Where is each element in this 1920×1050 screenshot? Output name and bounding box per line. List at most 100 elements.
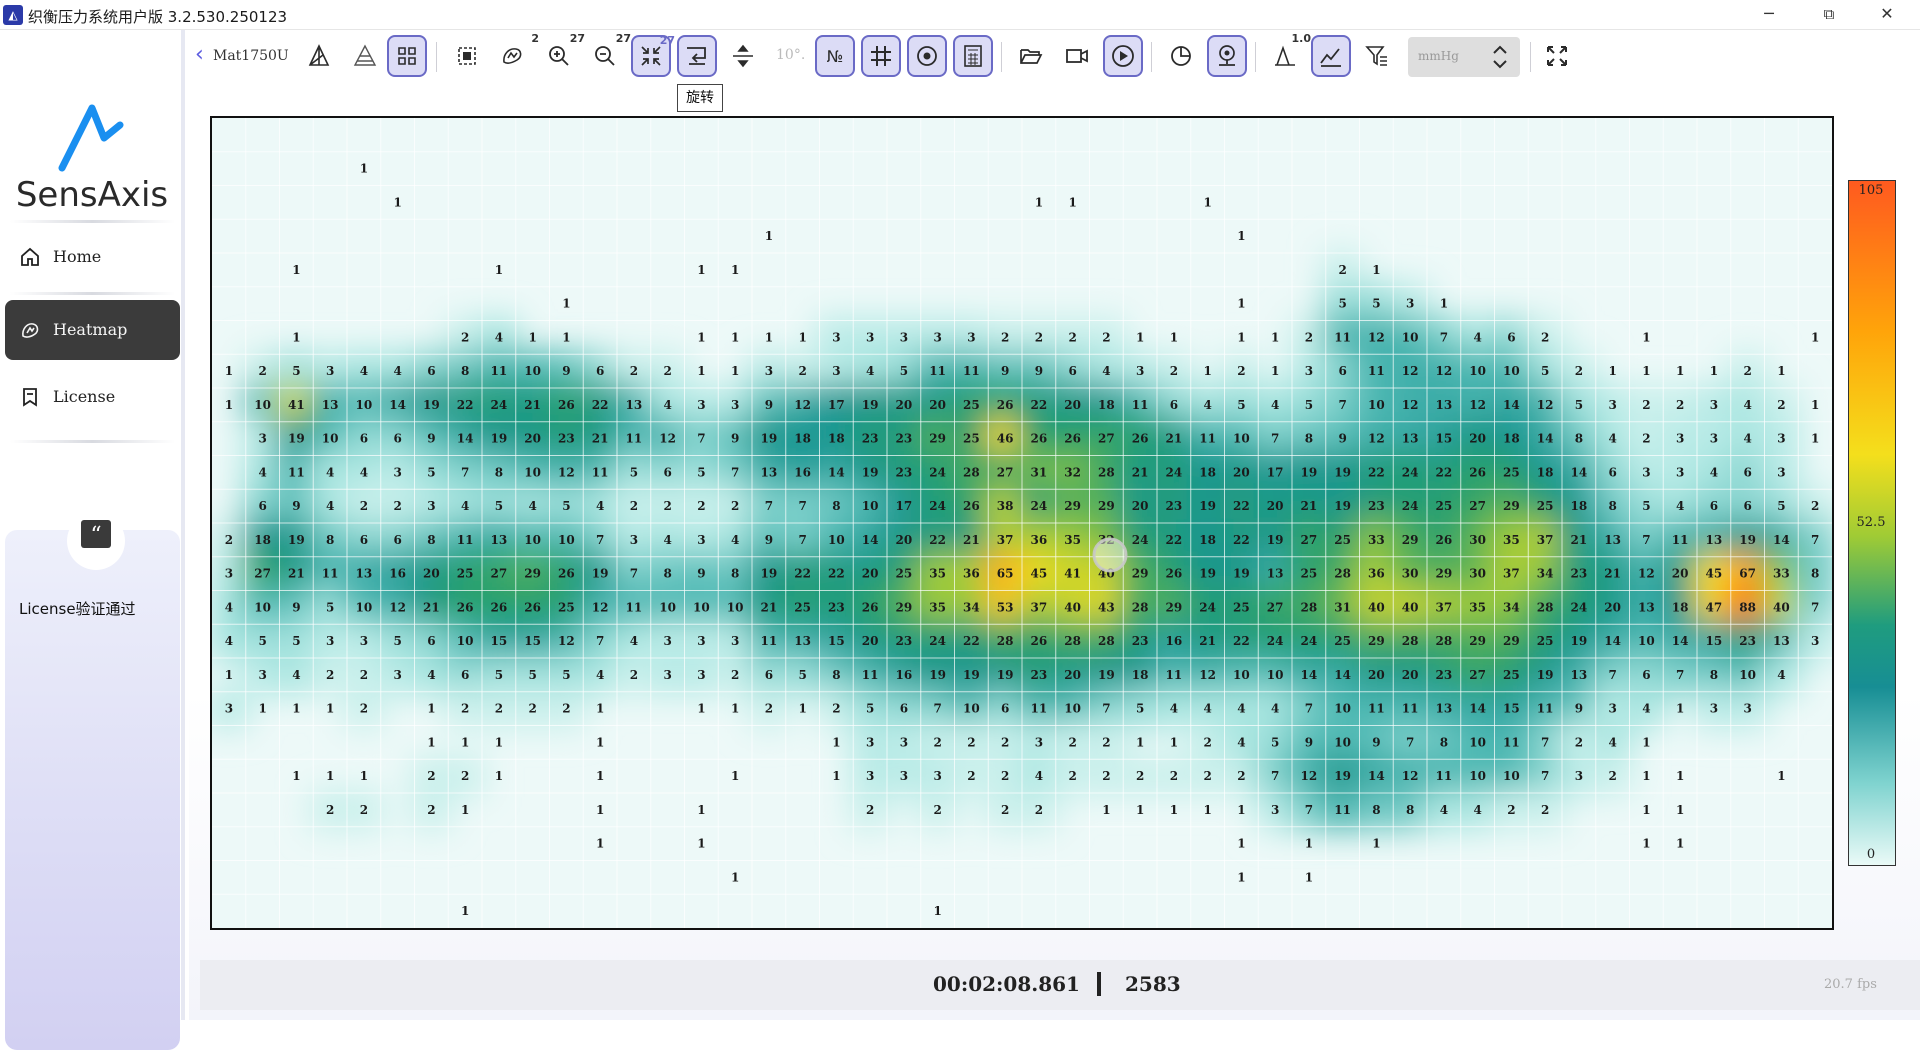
cell-value: 1 [1271, 330, 1279, 344]
cell-value: 37 [1436, 600, 1453, 614]
cell-value: 13 [626, 398, 643, 412]
peak-curve-button[interactable]: 1.0 [1265, 32, 1311, 77]
cell-value: 6 [360, 533, 368, 547]
cell-value: 11 [1368, 702, 1385, 716]
cell-value: 4 [1035, 769, 1043, 783]
mesh-view-button[interactable] [299, 35, 339, 77]
cell-value: 3 [1035, 735, 1043, 749]
grid-lines-button[interactable] [861, 35, 901, 77]
cell-value: 2 [427, 769, 435, 783]
filter-button[interactable] [1357, 35, 1397, 77]
play-button[interactable] [1103, 35, 1143, 77]
cell-value: 1 [1372, 837, 1380, 851]
cell-value: 19 [288, 533, 305, 547]
frame-count: 2583 [1125, 972, 1181, 996]
cell-value: 1 [1170, 803, 1178, 817]
number-toggle-button[interactable]: № [815, 35, 855, 77]
cell-value: 2 [798, 364, 806, 378]
license-status-text: License验证通过 [19, 600, 136, 618]
cell-value: 14 [1301, 668, 1318, 682]
minimize-button[interactable]: ─ [1746, 0, 1792, 30]
cell-value: 2 [697, 499, 705, 513]
cell-value: 2 [967, 769, 975, 783]
maximize-button[interactable]: ⧉ [1806, 0, 1852, 30]
open-file-button[interactable] [1011, 35, 1051, 77]
center-of-pressure-button[interactable] [907, 35, 947, 77]
cell-value: 2 [1676, 398, 1684, 412]
record-button[interactable] [1057, 35, 1097, 77]
cell-value: 8 [832, 499, 840, 513]
cell-value: 10 [1469, 769, 1486, 783]
cell-value: 23 [862, 432, 879, 446]
select-area-button[interactable] [447, 35, 487, 77]
cell-value: 20 [929, 398, 946, 412]
trend-chart-button[interactable] [1311, 35, 1351, 77]
cell-value: 5 [1237, 398, 1245, 412]
calculator-button[interactable] [953, 35, 993, 77]
nav-item-heatmap[interactable]: Heatmap [5, 300, 180, 360]
cell-value: 4 [258, 465, 266, 479]
cell-value: 13 [1638, 600, 1655, 614]
cell-value: 16 [1166, 634, 1183, 648]
cell-value: 20 [1267, 499, 1284, 513]
back-button[interactable]: ‹ [195, 42, 204, 67]
cell-value: 23 [1739, 634, 1756, 648]
cell-value: 2 [1170, 364, 1178, 378]
nav-item-license[interactable]: License [5, 367, 180, 427]
cell-value: 2 [630, 499, 638, 513]
cell-value: 3 [663, 634, 671, 648]
cell-value: 24 [1571, 600, 1588, 614]
cell-value: 2 [765, 702, 773, 716]
cell-value: 29 [929, 432, 946, 446]
calibrate-button[interactable] [1207, 35, 1247, 77]
cell-value: 1 [1440, 297, 1448, 311]
cell-value: 10 [727, 600, 744, 614]
cell-value: 9 [292, 499, 300, 513]
fit-view-button[interactable]: 27 [631, 34, 675, 77]
cell-value: 5 [326, 600, 334, 614]
cell-value: 4 [1473, 330, 1481, 344]
zoom-out-button[interactable]: 27 [585, 32, 631, 77]
cell-value: 26 [524, 600, 541, 614]
cell-value: 25 [896, 567, 913, 581]
window-title: 织衡压力系统用户版 3.2.530.250123 [28, 8, 288, 26]
cell-value: 20 [1064, 668, 1081, 682]
pie-chart-button[interactable] [1161, 35, 1201, 77]
cell-value: 2 [1777, 398, 1785, 412]
close-button[interactable]: ✕ [1864, 0, 1910, 30]
cell-value: 25 [963, 398, 980, 412]
play-icon [1112, 45, 1134, 67]
cell-value: 5 [1575, 398, 1583, 412]
cell-value: 5 [1271, 735, 1279, 749]
cell-value: 14 [1604, 634, 1621, 648]
zoom-in-button[interactable]: 27 [539, 32, 585, 77]
cell-value: 28 [1064, 634, 1081, 648]
cell-value: 19 [1537, 668, 1554, 682]
cell-value: 13 [1402, 432, 1419, 446]
cell-value: 13 [1267, 567, 1284, 581]
cell-value: 1 [1170, 735, 1178, 749]
cell-value: 1 [731, 870, 739, 884]
cell-value: 1 [731, 769, 739, 783]
cell-value: 1 [1170, 330, 1178, 344]
flip-vertical-button[interactable] [723, 35, 763, 77]
unit-select[interactable]: mmHg [1408, 37, 1520, 77]
rotate-button[interactable] [677, 35, 717, 77]
nav-item-home[interactable]: Home [5, 227, 180, 287]
cell-value: 7 [1811, 533, 1819, 547]
grid-view-button[interactable] [387, 35, 427, 77]
cell-value: 9 [427, 432, 435, 446]
status-bar: 00:02:08.861 2583 20.7 fps [200, 960, 1920, 1010]
cell-value: 1 [427, 735, 435, 749]
cell-value: 5 [292, 634, 300, 648]
fullscreen-button[interactable] [1537, 35, 1577, 77]
cell-value: 1 [292, 702, 300, 716]
pressure-heatmap[interactable]: 1111111111121115531124111111333332222111… [210, 116, 1834, 930]
pressure-points-button[interactable]: 2 [493, 32, 539, 77]
cell-value: 1 [697, 702, 705, 716]
cell-value: 15 [524, 634, 541, 648]
cell-value: 1 [461, 803, 469, 817]
mesh-3d-button[interactable] [345, 35, 385, 77]
cell-value: 3 [765, 364, 773, 378]
cell-value: 3 [697, 668, 705, 682]
